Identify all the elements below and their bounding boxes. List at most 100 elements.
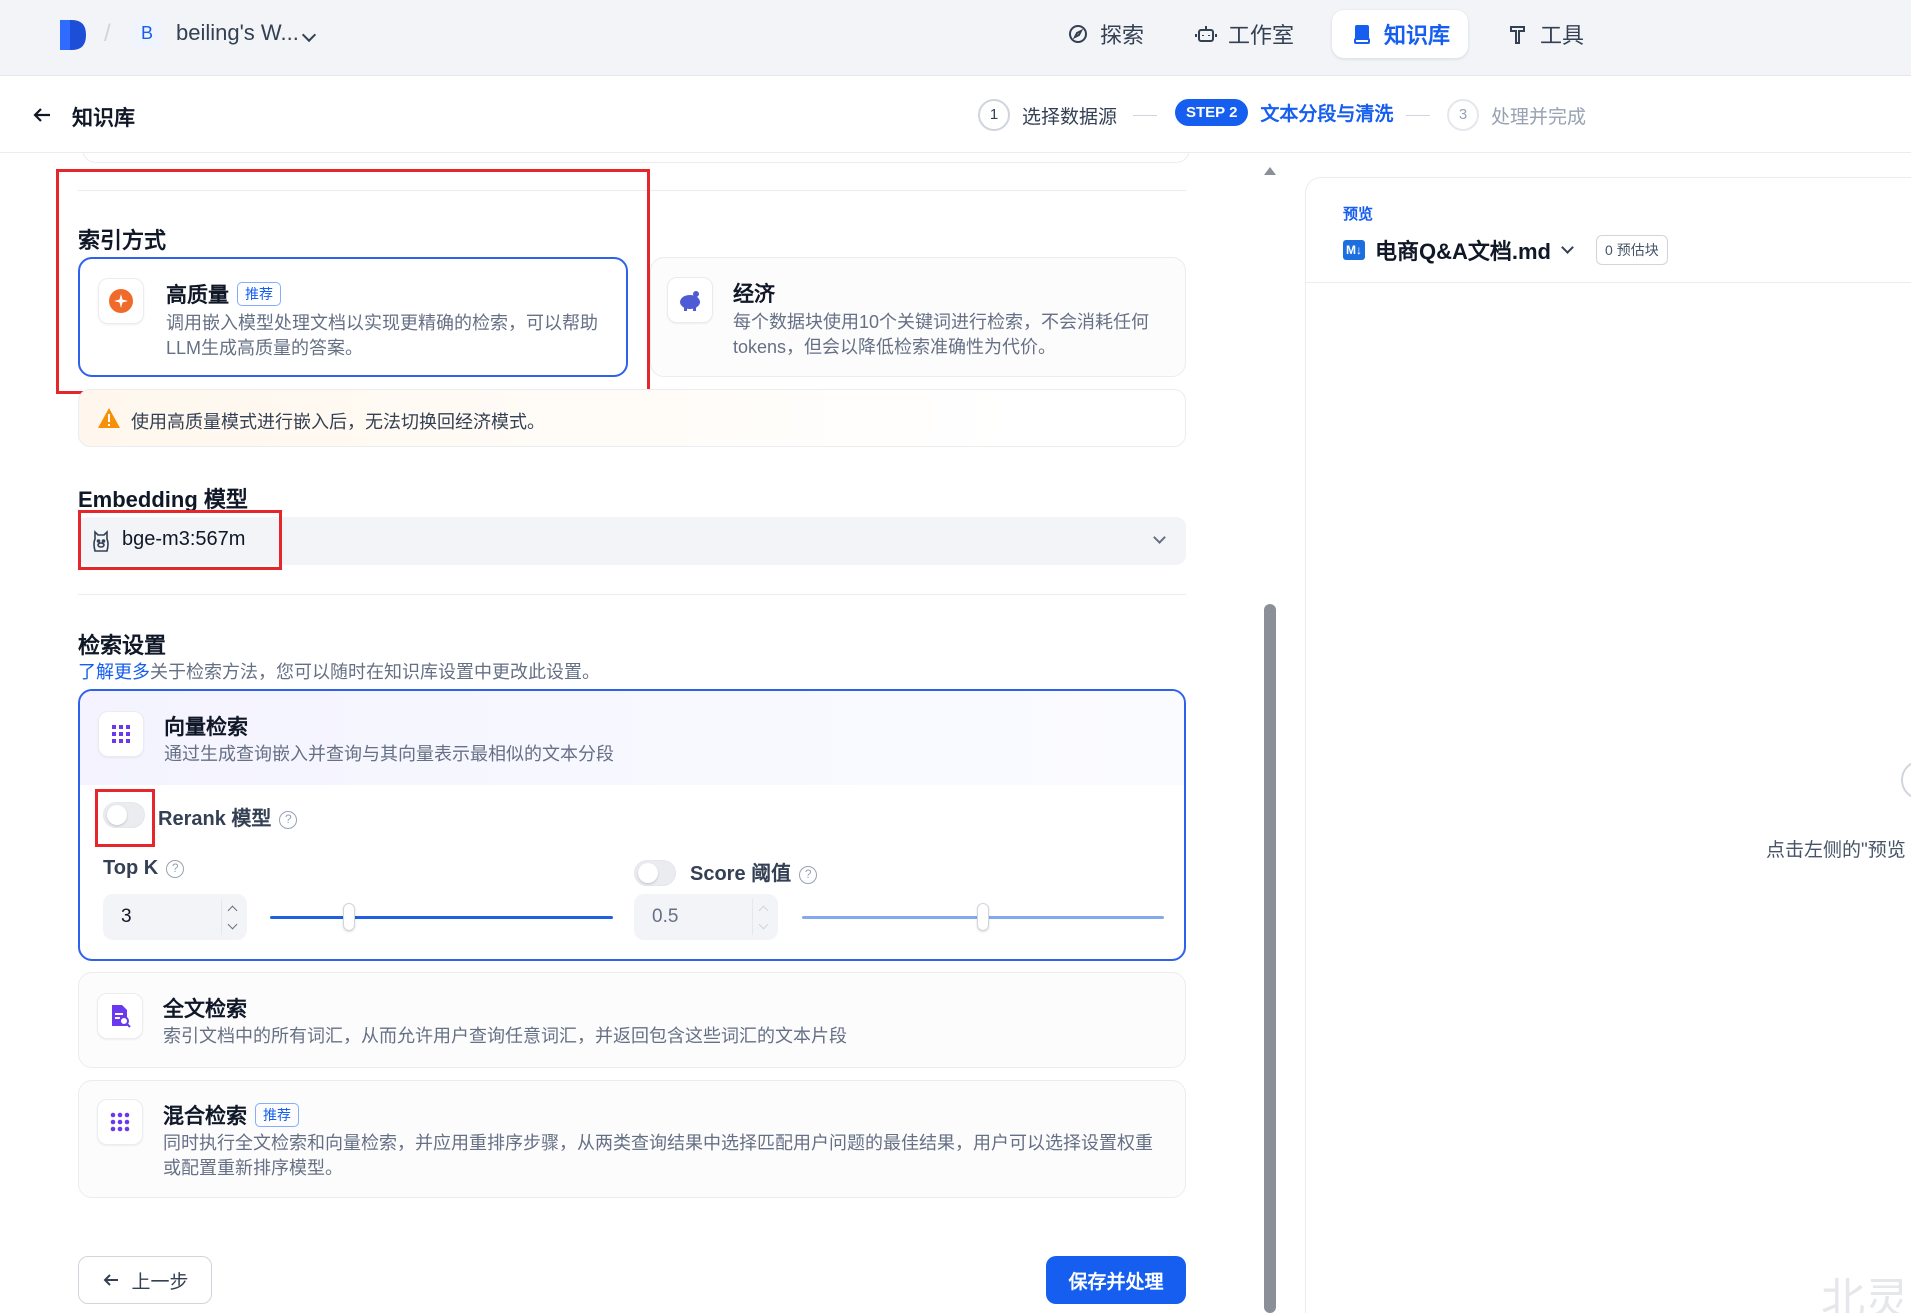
stepper-up-icon[interactable]	[227, 905, 238, 916]
chevron-down-icon[interactable]	[301, 27, 317, 43]
highlight-box-index	[56, 169, 650, 394]
app-logo[interactable]	[56, 18, 88, 52]
chevron-down-icon	[1153, 531, 1166, 544]
markdown-icon: M↓	[1343, 240, 1365, 260]
economy-title: 经济	[733, 283, 775, 306]
score-slider-thumb[interactable]	[977, 903, 989, 931]
score-threshold-toggle[interactable]	[634, 860, 676, 886]
book-icon	[1354, 25, 1370, 44]
nav-tab-tools[interactable]: 工具	[1488, 10, 1602, 58]
score-threshold-input[interactable]: 0.5	[634, 894, 778, 940]
grid-dots-icon	[110, 1112, 130, 1132]
step-label: 选择数据源	[1022, 106, 1118, 128]
index-economy-option[interactable]: 经济 每个数据块使用10个关键词进行检索，不会消耗任何tokens，但会以降低检…	[650, 257, 1186, 377]
topk-slider-thumb[interactable]	[342, 903, 355, 931]
document-search-icon	[112, 1005, 131, 1028]
recommended-tag: 推荐	[255, 1103, 299, 1127]
section-divider	[78, 594, 1186, 595]
step-1: 1 选择数据源	[978, 99, 1117, 131]
stepper-up-icon[interactable]	[758, 905, 769, 916]
step-header: 知识库 1 选择数据源 STEP 2 文本分段与清洗 3 处理并完成	[0, 77, 1911, 153]
previous-step-button[interactable]: 上一步	[78, 1256, 212, 1304]
nav-tab-label: 知识库	[1384, 23, 1451, 48]
workspace-name[interactable]: beiling's W...	[176, 20, 299, 46]
vector-search-desc: 通过生成查询嵌入并查询与其向量表示最相似的文本分段	[164, 744, 614, 764]
rerank-label-text: Rerank 模型	[158, 808, 272, 830]
step-2: STEP 2 文本分段与清洗	[1175, 99, 1393, 126]
save-and-process-label: 保存并处理	[1068, 1271, 1164, 1293]
hammer-icon	[1510, 26, 1525, 44]
fulltext-icon-box	[97, 993, 143, 1039]
highlight-box-rerank	[95, 789, 155, 847]
preview-file-select[interactable]: M↓ 电商Q&A文档.md 0 预估块	[1343, 234, 1668, 266]
preview-file-name: 电商Q&A文档.md	[1375, 239, 1552, 264]
breadcrumb-separator: /	[104, 20, 111, 47]
top-navigation: / B beiling's W... 探索 工作室 知识库 工具	[0, 0, 1911, 76]
warning-text: 使用高质量模式进行嵌入后，无法切换回经济模式。	[131, 412, 545, 432]
fulltext-search-option[interactable]: 全文检索 索引文档中的所有词汇，从而允许用户查询任意词汇，并返回包含这些词汇的文…	[78, 972, 1186, 1068]
vector-search-option[interactable]: 向量检索 通过生成查询嵌入并查询与其向量表示最相似的文本分段 Rerank 模型…	[78, 689, 1186, 961]
hybrid-search-option[interactable]: 混合检索 推荐 同时执行全文检索和向量检索，并应用重排序步骤，从两类查询结果中选择…	[78, 1080, 1186, 1198]
step-label: 文本分段与清洗	[1260, 104, 1394, 125]
back-arrow-icon[interactable]	[30, 103, 54, 127]
nav-tab-label: 工具	[1540, 23, 1585, 48]
preview-empty-icon	[1901, 760, 1911, 800]
topk-slider-track[interactable]	[270, 916, 613, 919]
preview-empty-hint: 点击左侧的"预览	[1766, 840, 1906, 861]
hybrid-search-desc: 同时执行全文检索和向量检索，并应用重排序步骤，从两类查询结果中选择匹配用户问题的…	[163, 1133, 1153, 1178]
nav-tab-label: 工作室	[1228, 23, 1295, 48]
vector-search-title: 向量检索	[164, 716, 248, 739]
highlight-box-embedding	[78, 510, 282, 570]
previous-section-card	[82, 153, 1190, 163]
preview-divider	[1306, 282, 1911, 283]
economy-icon-box	[667, 277, 713, 323]
nav-tab-knowledge[interactable]: 知识库	[1332, 10, 1469, 58]
step-3: 3 处理并完成	[1447, 99, 1586, 131]
chunk-count-badge: 0 预估块	[1596, 235, 1668, 265]
fulltext-search-title: 全文检索	[163, 998, 247, 1021]
watermark-text: 北灵	[1821, 1275, 1909, 1313]
stepper-down-icon[interactable]	[758, 919, 769, 930]
save-and-process-button[interactable]: 保存并处理	[1046, 1256, 1186, 1304]
topk-stepper[interactable]	[221, 899, 243, 935]
topk-label-text: Top K	[103, 857, 159, 879]
grid-dots-icon	[112, 725, 130, 743]
scrollbar-thumb[interactable]	[1264, 604, 1276, 1313]
topk-input-value: 3	[121, 906, 132, 927]
step-connector	[1133, 115, 1157, 116]
robot-icon	[1195, 26, 1217, 42]
hybrid-search-title-text: 混合检索	[163, 1105, 247, 1128]
help-icon[interactable]: ?	[279, 811, 298, 829]
scroll-up-arrow-icon[interactable]	[1264, 167, 1276, 175]
nav-tab-explore[interactable]: 探索	[1048, 10, 1162, 58]
help-icon[interactable]: ?	[166, 860, 185, 878]
help-icon[interactable]: ?	[799, 866, 818, 884]
hybrid-search-title: 混合检索 推荐	[163, 1100, 299, 1130]
index-warning: 使用高质量模式进行嵌入后，无法切换回经济模式。	[78, 389, 1186, 447]
retrieval-title: 检索设置	[78, 633, 167, 658]
learn-more-link[interactable]: 了解更多	[78, 662, 150, 682]
rerank-label: Rerank 模型?	[158, 802, 298, 831]
preview-label: 预览	[1343, 206, 1374, 223]
step-number: STEP 2	[1175, 99, 1249, 126]
score-stepper[interactable]	[752, 899, 774, 935]
preview-panel: 预览 M↓ 电商Q&A文档.md 0 预估块 点击左侧的"预览 北灵	[1305, 177, 1911, 1313]
vector-icon-box	[98, 711, 144, 757]
step-number: 3	[1447, 99, 1479, 131]
nav-tab-studio[interactable]: 工作室	[1176, 10, 1312, 58]
topk-input[interactable]: 3	[103, 894, 247, 940]
previous-step-label: 上一步	[131, 1271, 189, 1293]
warning-icon	[98, 408, 120, 428]
chevron-down-icon[interactable]	[1561, 241, 1574, 254]
hybrid-icon-box	[97, 1099, 143, 1145]
page-title: 知识库	[72, 107, 135, 130]
step-label: 处理并完成	[1491, 106, 1587, 128]
stepper-down-icon[interactable]	[227, 919, 238, 930]
fulltext-search-desc: 索引文档中的所有词汇，从而允许用户查询任意词汇，并返回包含这些词汇的文本片段	[163, 1026, 847, 1046]
piggy-bank-icon	[680, 291, 700, 311]
workspace-avatar[interactable]: B	[132, 18, 162, 48]
score-threshold-label: Score 阈值?	[690, 857, 818, 886]
nav-tab-label: 探索	[1100, 23, 1145, 48]
compass-icon	[1069, 25, 1087, 43]
retrieval-hint: 了解更多关于检索方法，您可以随时在知识库设置中更改此设置。	[78, 658, 600, 684]
